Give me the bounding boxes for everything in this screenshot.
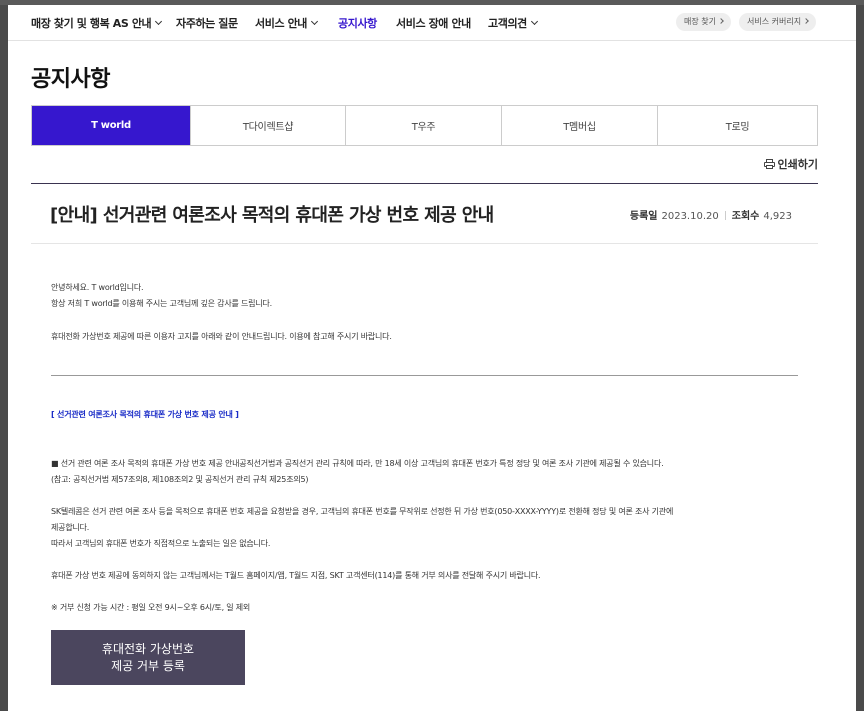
paragraph-2c: 따라서 고객님의 휴대폰 번호가 직접적으로 노출되는 일은 없습니다. (51, 539, 271, 548)
article-meta: 등록일 2023.10.20 조회수 4,923 (630, 207, 792, 222)
content-divider (51, 375, 798, 376)
chevron-right-icon (803, 18, 809, 24)
coverage-pill[interactable]: 서비스 커버리지 (739, 13, 817, 31)
global-nav: 매장 찾기 및 행복 AS 안내 자주하는 질문 서비스 안내 공지사항 서비스… (8, 5, 856, 41)
chevron-down-icon (155, 17, 163, 26)
tab-tdirect[interactable]: T다이렉트샵 (191, 106, 346, 145)
nav-outage[interactable]: 서비스 장애 안내 (396, 15, 471, 31)
page: 매장 찾기 및 행복 AS 안내 자주하는 질문 서비스 안내 공지사항 서비스… (8, 5, 856, 711)
chevron-down-icon (530, 17, 538, 26)
paragraph-1a: ■ 선거 관련 여론 조사 목적의 휴대폰 가상 번호 제공 안내공직선거법과 … (51, 459, 664, 468)
nav-store-as[interactable]: 매장 찾기 및 행복 AS 안내 (31, 15, 163, 31)
meta-divider (724, 211, 726, 220)
paragraph-1b: (참고: 공직선거법 제57조의8, 제108조의2 및 공직선거 관리 규칙 … (51, 475, 309, 484)
tab-tmembership[interactable]: T멤버십 (502, 106, 658, 145)
nav-service-guide-label: 서비스 안내 (255, 17, 308, 30)
coverage-pill-label: 서비스 커버리지 (747, 17, 802, 26)
availability-note: ※ 거부 신청 가능 시간 : 평일 오전 9시~오후 6시/토, 일 제외 (51, 603, 251, 612)
article-header-rule (31, 243, 818, 244)
tab-bar: T world T다이렉트샵 T우주 T멤버십 T로밍 (31, 105, 818, 146)
page-title: 공지사항 (31, 67, 110, 92)
cta-line-1: 휴대전화 가상번호 (101, 641, 195, 656)
intro-greeting: 안녕하세요. T world입니다. (51, 283, 144, 292)
tab-tworld[interactable]: T world (32, 106, 191, 145)
article-title: [안내] 선거관련 여론조사 목적의 휴대폰 가상 번호 제공 안내 (50, 205, 494, 226)
print-button[interactable]: 인쇄하기 (763, 156, 818, 172)
chevron-right-icon (718, 18, 724, 24)
section-title: [ 선거관련 여론조사 목적의 휴대폰 가상 번호 제공 안내 ] (51, 410, 239, 419)
paragraph-2a: SK텔레콤은 선거 관련 여론 조사 등을 목적으로 휴대폰 번호 제공을 요청… (51, 507, 674, 516)
virtual-number-refusal-button[interactable]: 휴대전화 가상번호 제공 거부 등록 (51, 630, 245, 685)
views-value: 4,923 (763, 211, 792, 222)
print-label: 인쇄하기 (777, 158, 818, 171)
printer-icon (763, 159, 775, 169)
date-label: 등록일 (629, 211, 658, 222)
paragraph-3: 휴대폰 가상 번호 제공에 동의하지 않는 고객님께서는 T월드 홈페이지/앱,… (51, 571, 541, 580)
store-finder-pill[interactable]: 매장 찾기 (676, 13, 731, 31)
tab-tuniverse[interactable]: T우주 (346, 106, 502, 145)
nav-faq[interactable]: 자주하는 질문 (176, 15, 238, 31)
nav-notice[interactable]: 공지사항 (338, 15, 377, 31)
nav-feedback-label: 고객의견 (488, 17, 527, 30)
date-value: 2023.10.20 (661, 211, 719, 222)
intro-thanks: 항상 저희 T world를 이용해 주시는 고객님께 깊은 감사를 드립니다. (51, 299, 272, 308)
nav-service-guide[interactable]: 서비스 안내 (255, 15, 319, 31)
nav-feedback[interactable]: 고객의견 (488, 15, 538, 31)
views-label: 조회수 (731, 211, 760, 222)
paragraph-2b: 제공합니다. (51, 523, 90, 532)
tab-troaming[interactable]: T로밍 (658, 106, 817, 145)
article-top-rule (31, 183, 818, 184)
nav-store-as-label: 매장 찾기 및 행복 AS 안내 (31, 17, 152, 30)
intro-notice: 휴대전화 가상번호 제공에 따른 이용자 고지를 아래와 같이 안내드립니다. … (51, 332, 392, 341)
cta-line-2: 제공 거부 등록 (111, 658, 185, 673)
chevron-down-icon (310, 17, 319, 26)
store-finder-pill-label: 매장 찾기 (684, 17, 716, 26)
